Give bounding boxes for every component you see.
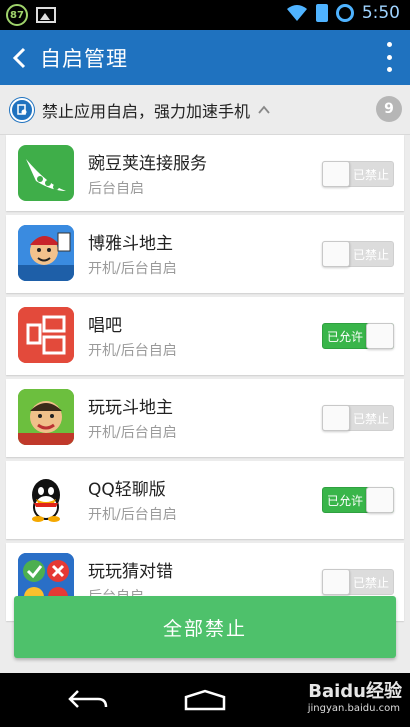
sync-ring-icon <box>335 4 354 22</box>
chevron-up-icon <box>258 105 270 114</box>
section-title: 禁止应用自启，强力加速手机 <box>42 101 251 121</box>
system-nav-bar: Baidu经验 jingyan.baidu.com <box>0 673 410 727</box>
autostart-toggle[interactable]: 已允许 <box>322 487 394 513</box>
back-button[interactable] <box>0 30 40 85</box>
app-name: 玩玩斗地主 <box>88 398 173 418</box>
autostart-toggle[interactable]: 已禁止 <box>322 405 394 431</box>
clock: 5:50 <box>361 3 400 23</box>
page-title: 自启管理 <box>40 46 128 71</box>
battery-icon <box>315 4 328 22</box>
toggle-knob <box>366 323 394 349</box>
app-autostart-type: 开机/后台自启 <box>88 343 177 359</box>
autostart-toggle[interactable]: 已禁止 <box>322 569 394 595</box>
qq-icon <box>18 471 74 527</box>
app-name: 豌豆荚连接服务 <box>88 154 207 174</box>
chevron-left-icon <box>12 47 26 68</box>
status-bar: 87 5:50 <box>0 0 410 30</box>
changba-icon <box>18 307 74 363</box>
list-item: 唱吧 开机/后台自启 已允许 <box>6 297 404 375</box>
toggle-label: 已允许 <box>327 330 364 344</box>
toggle-knob <box>322 241 350 267</box>
toggle-label: 已禁止 <box>352 248 389 262</box>
app-name: 唱吧 <box>88 316 122 336</box>
app-bar: 自启管理 <box>0 30 410 85</box>
dot-icon <box>386 42 392 47</box>
disable-all-button[interactable]: 全部禁止 <box>14 596 396 658</box>
dot-icon <box>386 67 392 72</box>
toggle-knob <box>322 569 350 595</box>
image-notification-icon <box>36 7 56 23</box>
toggle-knob <box>322 161 350 187</box>
watermark-url: jingyan.baidu.com <box>307 703 400 714</box>
nav-back-icon[interactable] <box>66 687 110 711</box>
list-item: 博雅斗地主 开机/后台自启 已禁止 <box>6 215 404 293</box>
app-name: 博雅斗地主 <box>88 234 173 254</box>
overflow-menu-button[interactable] <box>384 42 394 72</box>
autostart-toggle[interactable]: 已禁止 <box>322 161 394 187</box>
shield-check-icon <box>10 97 34 122</box>
wanwan-doudizhu-icon <box>18 389 74 445</box>
app-autostart-type: 开机/后台自启 <box>88 425 177 441</box>
section-header[interactable]: 禁止应用自启，强力加速手机 9 <box>0 85 410 135</box>
boya-doudizhu-icon <box>18 225 74 281</box>
app-name: QQ轻聊版 <box>88 480 166 500</box>
app-autostart-type: 开机/后台自启 <box>88 261 177 277</box>
notification-badge: 87 <box>6 4 28 26</box>
toggle-label: 已禁止 <box>352 168 389 182</box>
wifi-icon <box>286 5 307 21</box>
autostart-toggle[interactable]: 已允许 <box>322 323 394 349</box>
list-item: 玩玩斗地主 开机/后台自启 已禁止 <box>6 379 404 457</box>
list-item: QQ轻聊版 开机/后台自启 已允许 <box>6 461 404 539</box>
wandoujia-icon <box>18 145 74 201</box>
toggle-label: 已禁止 <box>352 412 389 426</box>
app-autostart-type: 开机/后台自启 <box>88 507 177 523</box>
toggle-label: 已禁止 <box>352 576 389 590</box>
nav-home-icon[interactable] <box>182 689 228 711</box>
list-item: 豌豆荚连接服务 后台自启 已禁止 <box>6 135 404 211</box>
app-list: 豌豆荚连接服务 后台自启 已禁止 博雅斗地主 开机/后台自启 已禁止 唱吧 开机… <box>6 135 404 621</box>
autostart-toggle[interactable]: 已禁止 <box>322 241 394 267</box>
app-name: 玩玩猜对错 <box>88 562 173 582</box>
dot-icon <box>386 54 392 60</box>
toggle-knob <box>322 405 350 431</box>
app-autostart-type: 后台自启 <box>88 181 144 197</box>
count-badge: 9 <box>376 96 402 122</box>
toggle-knob <box>366 487 394 513</box>
watermark-text: Baidu经验 <box>308 681 402 702</box>
content-area: 禁止应用自启，强力加速手机 9 豌豆荚连接服务 后台自启 已禁止 博雅斗地主 开… <box>0 85 410 673</box>
toggle-label: 已允许 <box>327 494 364 508</box>
